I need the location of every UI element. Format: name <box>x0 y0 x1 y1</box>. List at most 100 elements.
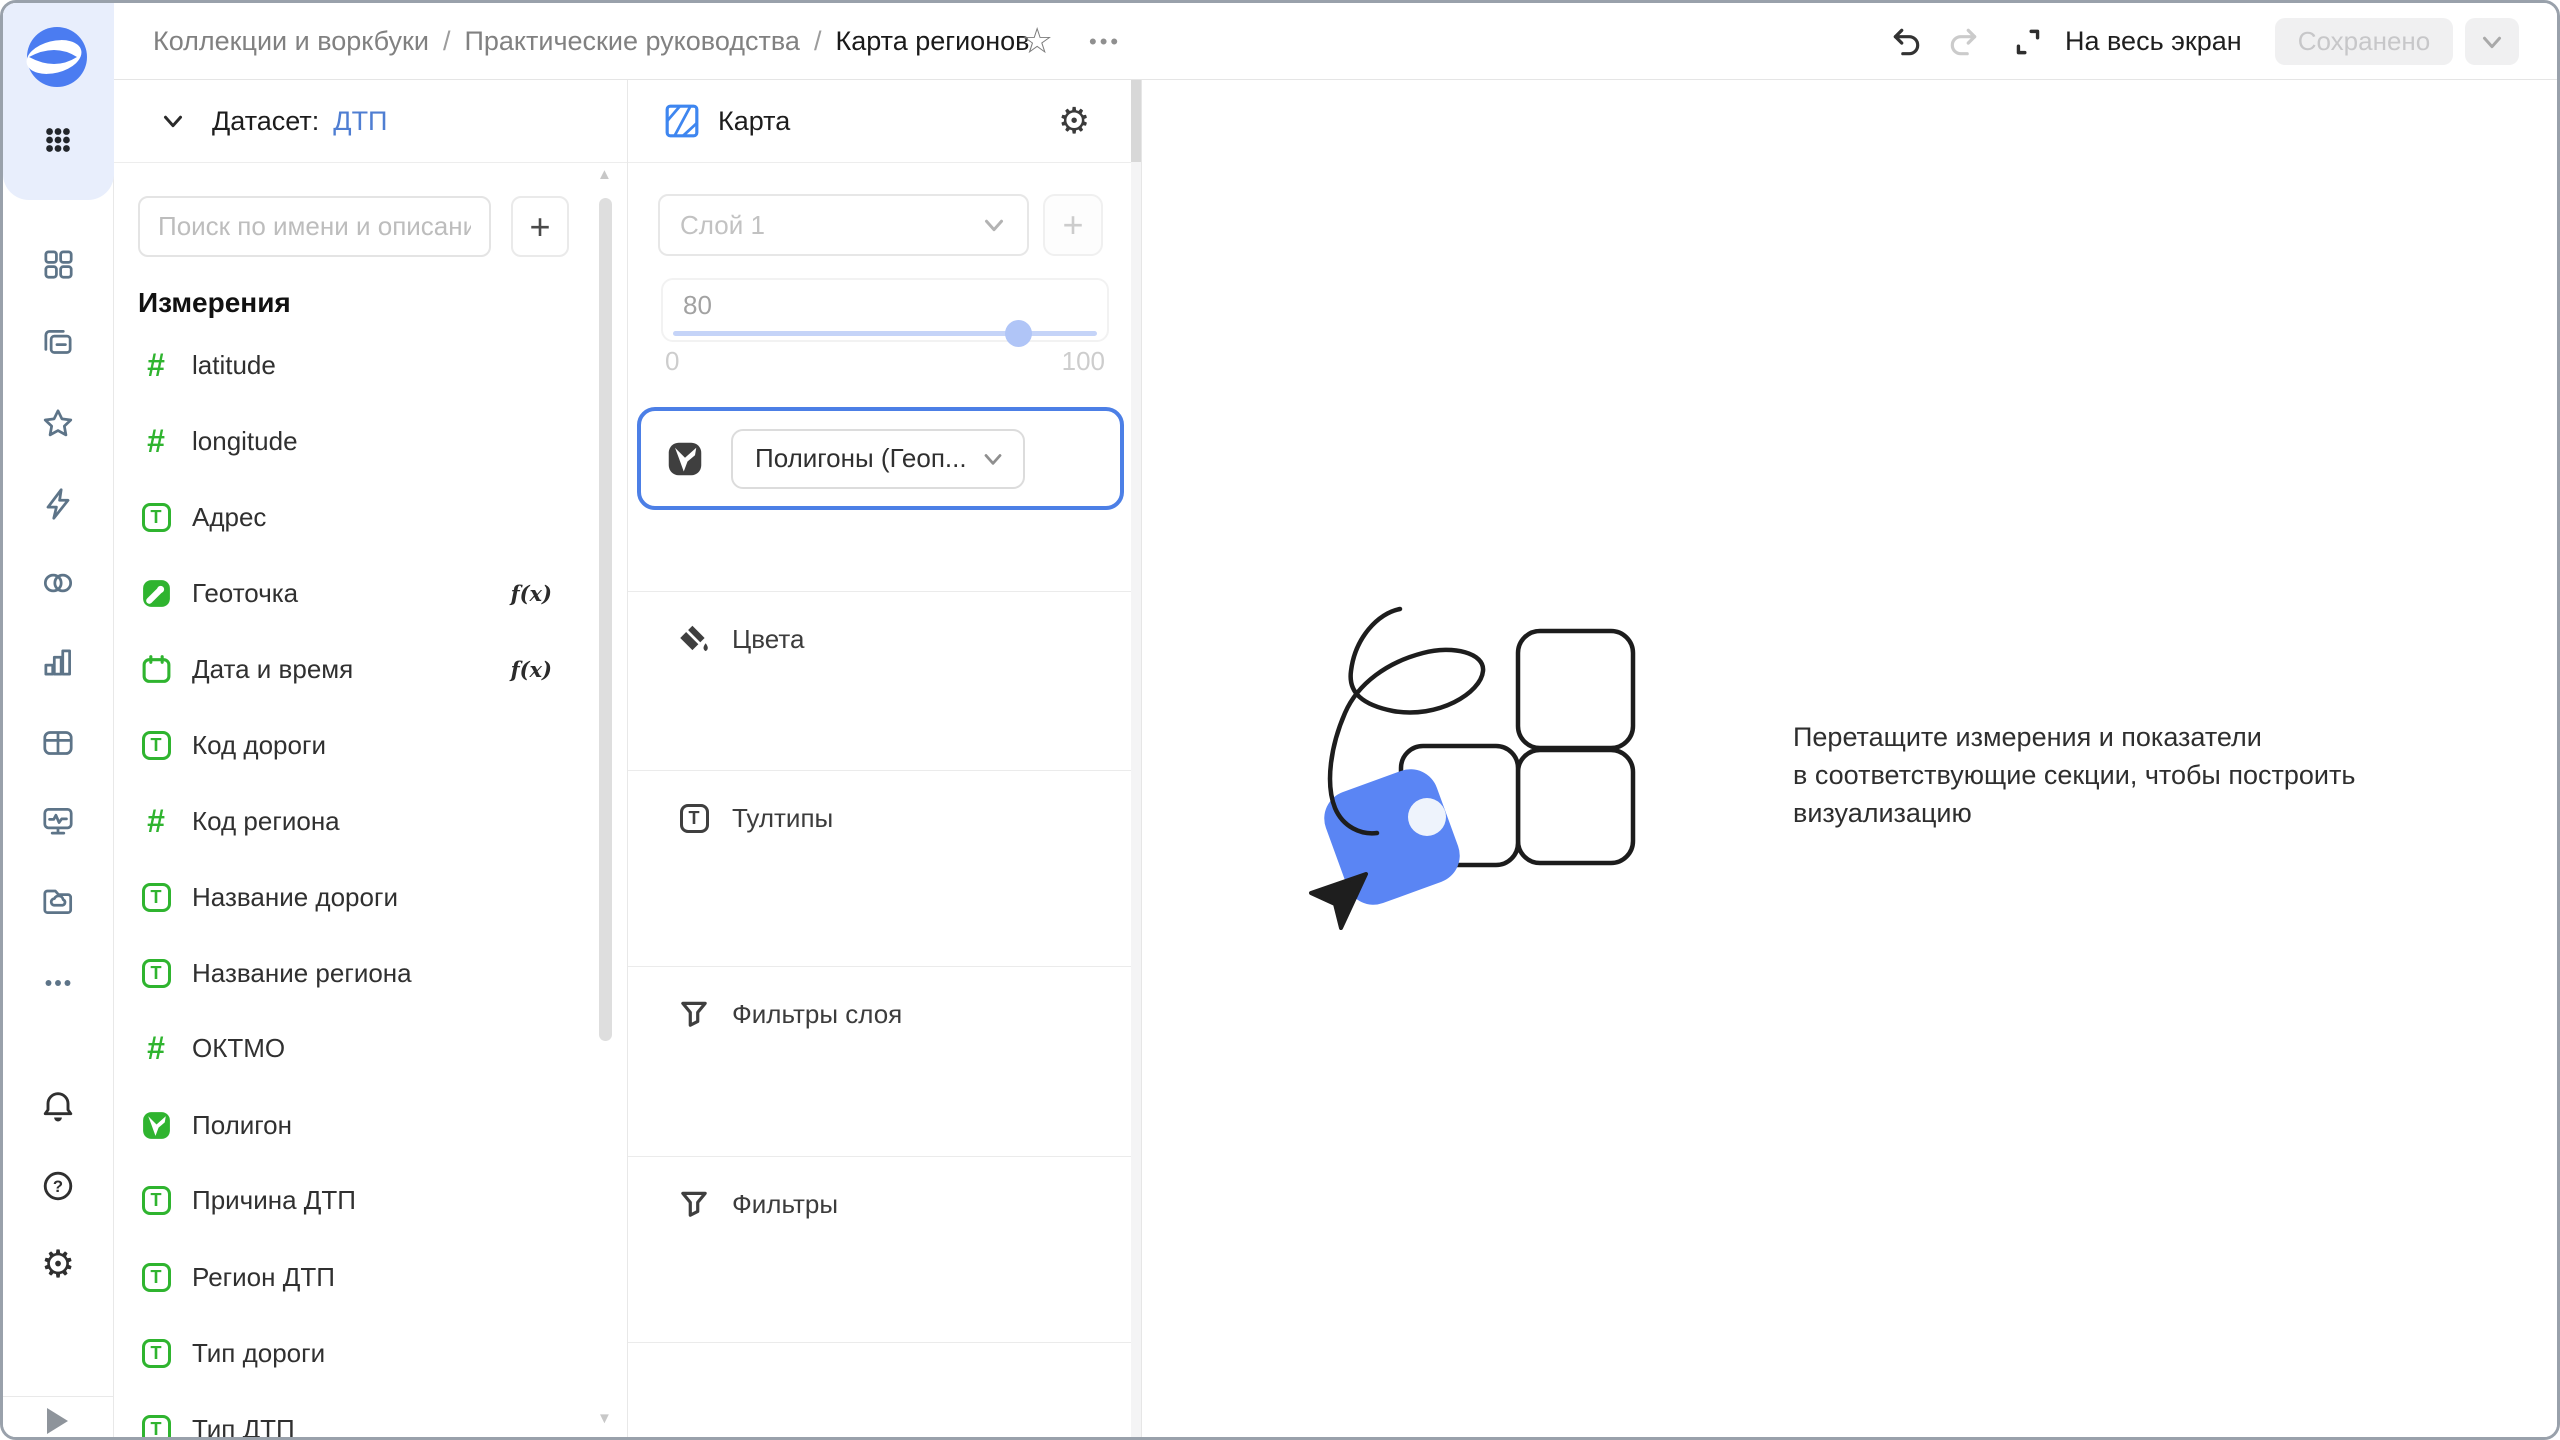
layer-filters-section[interactable]: Фильтры слоя <box>628 966 1141 1156</box>
chevron-down-icon <box>979 445 1007 473</box>
field-row-road-name[interactable]: T Название дороги <box>138 859 582 935</box>
save-button[interactable]: Сохранено <box>2275 18 2453 65</box>
drag-hint-text: Перетащите измерения и показатели в соот… <box>1793 718 2393 832</box>
breadcrumb: Коллекции и воркбуки / Практические руко… <box>153 3 1029 79</box>
datalens-logo[interactable] <box>25 25 89 89</box>
sidebar-item-dashboard-icon[interactable] <box>38 244 78 284</box>
opacity-value[interactable]: 80 <box>683 290 712 321</box>
apps-grid-icon[interactable] <box>38 120 78 160</box>
field-row-region-name[interactable]: T Название региона <box>138 935 582 1011</box>
paint-bucket-icon <box>674 619 714 659</box>
number-type-icon: # <box>138 347 174 383</box>
tooltip-text-icon: T <box>674 798 714 838</box>
left-rail: ? ⚙ <box>3 3 114 1437</box>
colors-section[interactable]: Цвета <box>628 591 1141 770</box>
field-row-oktmo[interactable]: # ОКТМО <box>138 1010 582 1086</box>
geotype-select[interactable]: Полигоны (Геоп... <box>731 429 1025 489</box>
fullscreen-button[interactable]: На весь экран <box>2065 3 2242 79</box>
geotype-section-highlighted[interactable]: Полигоны (Геоп... <box>637 407 1124 510</box>
field-row-accident-region[interactable]: T Регион ДТП <box>138 1239 582 1315</box>
sidebar-item-workbooks-icon[interactable] <box>38 323 78 363</box>
expand-rail-icon[interactable] <box>47 1408 68 1434</box>
settings-gear-icon[interactable]: ⚙ <box>38 1245 78 1285</box>
app-window: Коллекции и воркбуки / Практические руко… <box>0 0 2560 1440</box>
number-type-icon: # <box>138 803 174 839</box>
field-row-datetime[interactable]: Дата и время f(x) <box>138 631 582 707</box>
sidebar-item-tables-icon[interactable] <box>38 723 78 763</box>
sidebar-item-functions-icon[interactable] <box>38 484 78 524</box>
opacity-slider-track[interactable] <box>673 331 1097 336</box>
sidebar-item-more-icon[interactable] <box>38 963 78 1003</box>
layer-select[interactable]: Слой 1 <box>658 194 1029 256</box>
breadcrumb-separator: / <box>443 26 451 57</box>
field-row-latitude[interactable]: # latitude <box>138 327 582 403</box>
text-type-icon: T <box>138 499 174 535</box>
collapse-chevron-icon[interactable] <box>158 106 188 136</box>
opacity-max: 100 <box>1062 346 1105 377</box>
field-row-geopoint[interactable]: Геоточка f(x) <box>138 555 582 631</box>
polygon-type-icon <box>138 1107 174 1143</box>
text-type-icon: T <box>138 1335 174 1371</box>
opacity-slider-handle[interactable] <box>1005 320 1032 347</box>
viz-settings-gear-icon[interactable]: ⚙ <box>1058 100 1090 142</box>
map-viz-icon[interactable] <box>664 103 700 139</box>
fields-scrollbar[interactable] <box>599 198 612 1041</box>
field-row-accident-type[interactable]: T Тип ДТП <box>138 1391 582 1440</box>
text-type-icon: T <box>138 1411 174 1440</box>
number-type-icon: # <box>138 1030 174 1066</box>
filters-section[interactable]: Фильтры <box>628 1156 1141 1342</box>
add-layer-button[interactable]: + <box>1043 194 1103 256</box>
field-row-road-code[interactable]: T Код дороги <box>138 707 582 783</box>
sidebar-item-charts-icon[interactable] <box>38 643 78 683</box>
viz-scrollbar-track[interactable] <box>1131 80 1141 1437</box>
chart-canvas: Перетащите измерения и показатели в соот… <box>1143 80 2557 1437</box>
chevron-down-icon <box>2477 27 2507 57</box>
rail-divider <box>3 1396 113 1397</box>
text-type-icon: T <box>138 1259 174 1295</box>
field-row-longitude[interactable]: # longitude <box>138 403 582 479</box>
sidebar-item-storage-icon[interactable] <box>38 881 78 921</box>
fullscreen-icon[interactable] <box>2011 25 2045 59</box>
top-bar: Коллекции и воркбуки / Практические руко… <box>114 3 2557 80</box>
field-row-polygon[interactable]: Полигон <box>138 1087 582 1163</box>
field-row-road-type[interactable]: T Тип дороги <box>138 1315 582 1391</box>
funnel-icon <box>674 1184 714 1224</box>
dataset-name-link[interactable]: ДТП <box>333 106 387 137</box>
svg-text:?: ? <box>53 1177 63 1196</box>
help-icon[interactable]: ? <box>38 1166 78 1206</box>
formula-badge: f(x) <box>511 581 552 606</box>
add-field-button[interactable]: + <box>511 196 569 257</box>
viz-scrollbar-thumb[interactable] <box>1131 80 1141 162</box>
text-type-icon: T <box>138 727 174 763</box>
visualization-panel: Карта ⚙ Слой 1 + 80 0 100 Полигоны (Геоп… <box>628 80 1142 1437</box>
chevron-down-icon <box>979 210 1009 240</box>
breadcrumb-guides[interactable]: Практические руководства <box>464 26 799 57</box>
more-actions-icon[interactable]: ••• <box>1089 25 1121 59</box>
undo-icon[interactable] <box>1889 25 1923 59</box>
opacity-range-labels: 0 100 <box>661 346 1109 377</box>
opacity-control[interactable]: 80 <box>661 278 1109 342</box>
notifications-bell-icon[interactable] <box>38 1087 78 1127</box>
breadcrumb-collections[interactable]: Коллекции и воркбуки <box>153 26 429 57</box>
tooltips-section[interactable]: T Тултипы <box>628 770 1141 966</box>
field-row-address[interactable]: T Адрес <box>138 479 582 555</box>
scroll-up-icon[interactable]: ▲ <box>597 166 612 183</box>
favorite-star-icon[interactable]: ☆ <box>1021 17 1053 65</box>
field-row-accident-cause[interactable]: T Причина ДТП <box>138 1162 582 1238</box>
sidebar-item-favorites-icon[interactable] <box>38 404 78 444</box>
dataset-header[interactable]: Датасет: ДТП <box>114 80 627 163</box>
field-search-input[interactable] <box>138 196 491 257</box>
formula-badge: f(x) <box>511 657 552 682</box>
breadcrumb-current: Карта регионов <box>835 26 1029 57</box>
save-menu-button[interactable] <box>2465 18 2519 65</box>
geopoint-type-icon <box>138 575 174 611</box>
text-type-icon: T <box>138 879 174 915</box>
sidebar-item-datasets-icon[interactable] <box>38 563 78 603</box>
field-row-region-code[interactable]: # Код региона <box>138 783 582 859</box>
empty-state-illustration <box>1303 583 1703 953</box>
redo-icon[interactable] <box>1947 25 1981 59</box>
dataset-label: Датасет: <box>212 106 319 137</box>
sidebar-item-dashboards-icon[interactable] <box>38 801 78 841</box>
scroll-down-icon[interactable]: ▼ <box>597 1410 612 1427</box>
dataset-panel: Датасет: ДТП + ▲ ▼ Измерения # latitude … <box>114 80 628 1437</box>
